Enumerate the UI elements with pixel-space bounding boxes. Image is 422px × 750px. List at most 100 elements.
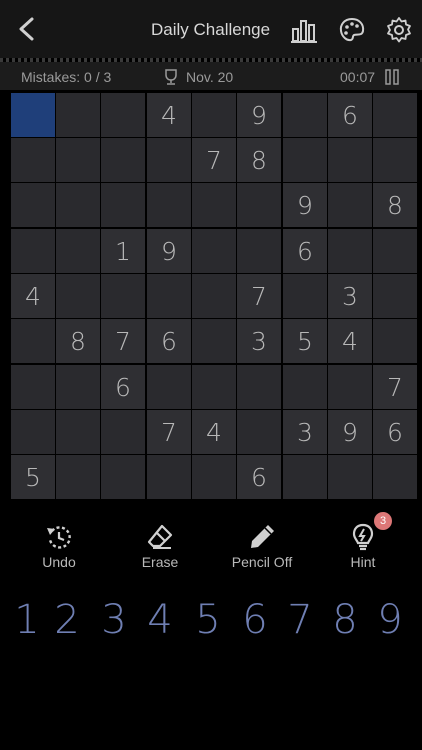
sudoku-cell-r5c6[interactable]: 7 <box>237 274 281 318</box>
number-button-3[interactable]: 3 <box>94 596 134 644</box>
sudoku-cell-r6c1[interactable] <box>11 319 55 363</box>
sudoku-cell-r9c7[interactable] <box>283 455 327 499</box>
sudoku-cell-r6c3[interactable]: 7 <box>101 319 145 363</box>
number-button-5[interactable]: 5 <box>188 596 228 644</box>
sudoku-cell-r2c2[interactable] <box>56 138 100 182</box>
sudoku-cell-r1c7[interactable] <box>283 93 327 137</box>
sudoku-cell-r5c4[interactable] <box>147 274 191 318</box>
sudoku-cell-r6c4[interactable]: 6 <box>147 319 191 363</box>
sudoku-cell-r1c4[interactable]: 4 <box>147 93 191 137</box>
sudoku-cell-r5c9[interactable] <box>373 274 417 318</box>
number-button-6[interactable]: 6 <box>235 596 275 644</box>
sudoku-cell-r4c5[interactable] <box>192 229 236 273</box>
sudoku-cell-r9c4[interactable] <box>147 455 191 499</box>
sudoku-cell-r8c5[interactable]: 4 <box>192 410 236 454</box>
stats-icon[interactable] <box>290 16 318 44</box>
sudoku-cell-r9c3[interactable] <box>101 455 145 499</box>
sudoku-cell-r9c2[interactable] <box>56 455 100 499</box>
sudoku-cell-r8c3[interactable] <box>101 410 145 454</box>
sudoku-cell-r8c6[interactable] <box>237 410 281 454</box>
sudoku-cell-r6c9[interactable] <box>373 319 417 363</box>
sudoku-cell-r1c6[interactable]: 9 <box>237 93 281 137</box>
sudoku-cell-r4c1[interactable] <box>11 229 55 273</box>
sudoku-cell-r4c2[interactable] <box>56 229 100 273</box>
sudoku-cell-r3c1[interactable] <box>11 183 55 227</box>
sudoku-cell-r1c8[interactable]: 6 <box>328 93 372 137</box>
sudoku-cell-r3c8[interactable] <box>328 183 372 227</box>
sudoku-cell-r1c5[interactable] <box>192 93 236 137</box>
sudoku-cell-r4c9[interactable] <box>373 229 417 273</box>
sudoku-cell-r2c6[interactable]: 8 <box>237 138 281 182</box>
sudoku-cell-r6c8[interactable]: 4 <box>328 319 372 363</box>
sudoku-cell-r7c1[interactable] <box>11 365 55 409</box>
sudoku-cell-r2c7[interactable] <box>283 138 327 182</box>
sudoku-cell-r6c6[interactable]: 3 <box>237 319 281 363</box>
sudoku-cell-r3c9[interactable]: 8 <box>373 183 417 227</box>
sudoku-cell-r3c3[interactable] <box>101 183 145 227</box>
sudoku-cell-r4c7[interactable]: 6 <box>283 229 327 273</box>
sudoku-cell-r7c3[interactable]: 6 <box>101 365 145 409</box>
sudoku-cell-r7c4[interactable] <box>147 365 191 409</box>
sudoku-cell-r2c9[interactable] <box>373 138 417 182</box>
back-icon[interactable] <box>12 14 42 44</box>
sudoku-cell-r3c7[interactable]: 9 <box>283 183 327 227</box>
sudoku-cell-r1c9[interactable] <box>373 93 417 137</box>
number-button-9[interactable]: 9 <box>370 596 410 644</box>
sudoku-cell-r2c5[interactable]: 7 <box>192 138 236 182</box>
sudoku-cell-r3c6[interactable] <box>237 183 281 227</box>
sudoku-cell-r2c3[interactable] <box>101 138 145 182</box>
sudoku-cell-r9c9[interactable] <box>373 455 417 499</box>
sudoku-cell-r9c5[interactable] <box>192 455 236 499</box>
sudoku-cell-r1c3[interactable] <box>101 93 145 137</box>
sudoku-cell-r8c2[interactable] <box>56 410 100 454</box>
sudoku-cell-r4c4[interactable]: 9 <box>147 229 191 273</box>
erase-button[interactable]: Erase <box>120 522 200 570</box>
pause-icon[interactable] <box>385 69 399 85</box>
sudoku-cell-r7c6[interactable] <box>237 365 281 409</box>
sudoku-cell-r2c4[interactable] <box>147 138 191 182</box>
sudoku-cell-r5c5[interactable] <box>192 274 236 318</box>
sudoku-cell-r7c8[interactable] <box>328 365 372 409</box>
sudoku-cell-r8c9[interactable]: 6 <box>373 410 417 454</box>
sudoku-cell-r2c8[interactable] <box>328 138 372 182</box>
pencil-toggle[interactable]: Pencil Off <box>222 522 302 570</box>
undo-button[interactable]: Undo <box>19 522 99 570</box>
sudoku-cell-r6c2[interactable]: 8 <box>56 319 100 363</box>
sudoku-cell-r3c5[interactable] <box>192 183 236 227</box>
sudoku-cell-r1c1[interactable] <box>11 93 55 137</box>
pencil-label: Pencil Off <box>231 554 293 570</box>
sudoku-cell-r9c1[interactable]: 5 <box>11 455 55 499</box>
palette-icon[interactable] <box>338 16 366 44</box>
number-button-1[interactable]: 1 <box>7 596 47 644</box>
sudoku-cell-r9c6[interactable]: 6 <box>237 455 281 499</box>
sudoku-cell-r3c2[interactable] <box>56 183 100 227</box>
sudoku-cell-r8c8[interactable]: 9 <box>328 410 372 454</box>
sudoku-cell-r3c4[interactable] <box>147 183 191 227</box>
hint-button[interactable]: Hint <box>323 522 403 570</box>
sudoku-cell-r2c1[interactable] <box>11 138 55 182</box>
sudoku-cell-r6c7[interactable]: 5 <box>283 319 327 363</box>
sudoku-cell-r5c8[interactable]: 3 <box>328 274 372 318</box>
sudoku-cell-r5c3[interactable] <box>101 274 145 318</box>
sudoku-cell-r4c6[interactable] <box>237 229 281 273</box>
sudoku-cell-r6c5[interactable] <box>192 319 236 363</box>
sudoku-cell-r7c7[interactable] <box>283 365 327 409</box>
sudoku-cell-r7c2[interactable] <box>56 365 100 409</box>
number-button-8[interactable]: 8 <box>325 596 365 644</box>
sudoku-cell-r8c1[interactable] <box>11 410 55 454</box>
number-button-7[interactable]: 7 <box>280 596 320 644</box>
sudoku-cell-r9c8[interactable] <box>328 455 372 499</box>
sudoku-cell-r5c2[interactable] <box>56 274 100 318</box>
sudoku-cell-r5c7[interactable] <box>283 274 327 318</box>
settings-icon[interactable] <box>385 16 413 44</box>
sudoku-cell-r7c5[interactable] <box>192 365 236 409</box>
sudoku-cell-r8c7[interactable]: 3 <box>283 410 327 454</box>
number-button-2[interactable]: 2 <box>47 596 87 644</box>
sudoku-cell-r1c2[interactable] <box>56 93 100 137</box>
number-button-4[interactable]: 4 <box>140 596 180 644</box>
sudoku-cell-r4c3[interactable]: 1 <box>101 229 145 273</box>
sudoku-cell-r7c9[interactable]: 7 <box>373 365 417 409</box>
sudoku-cell-r8c4[interactable]: 7 <box>147 410 191 454</box>
sudoku-cell-r5c1[interactable]: 4 <box>11 274 55 318</box>
sudoku-cell-r4c8[interactable] <box>328 229 372 273</box>
